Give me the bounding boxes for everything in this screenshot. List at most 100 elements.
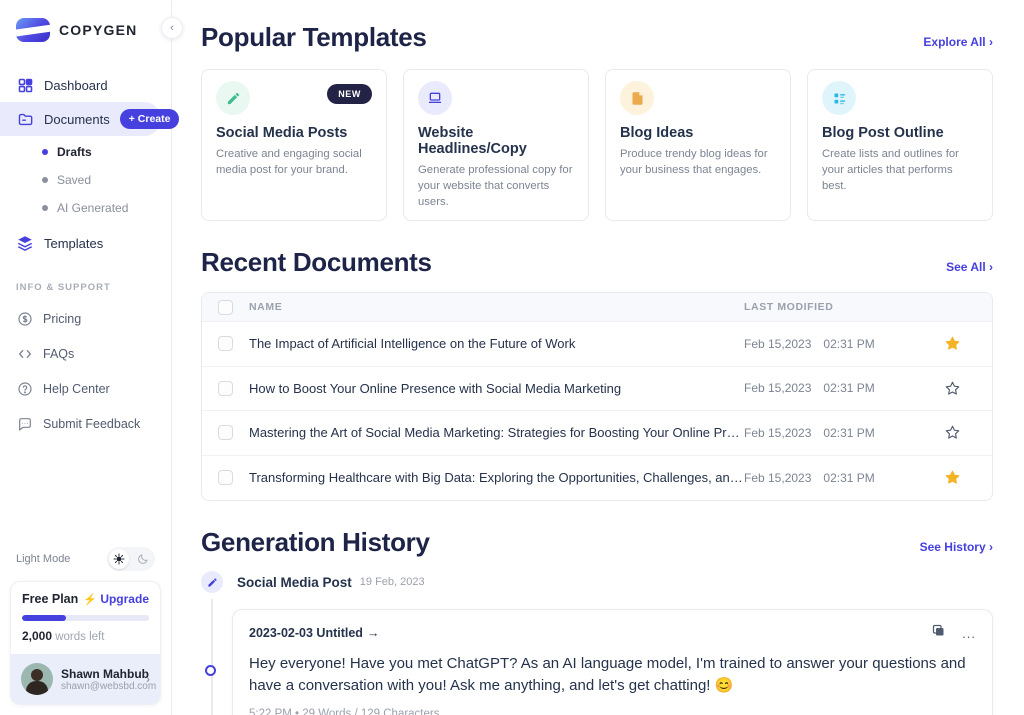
bullet-dot-icon [42, 149, 48, 155]
see-history-link[interactable]: See History › [920, 540, 993, 554]
user-name: Shawn Mahbub [61, 667, 138, 681]
template-card-blog-post-outline[interactable]: Blog Post Outline Create lists and outli… [807, 69, 993, 221]
subitem-label: Saved [57, 173, 91, 187]
document-name[interactable]: Mastering the Art of Social Media Market… [249, 425, 744, 440]
star-icon[interactable] [944, 424, 961, 441]
chevron-right-icon: › [989, 260, 993, 274]
lightning-icon: ⚡ [83, 594, 97, 606]
sidebar-item-pricing[interactable]: Pricing [0, 301, 171, 336]
file-icon [620, 81, 654, 115]
row-checkbox[interactable] [218, 381, 233, 396]
document-name[interactable]: Transforming Healthcare with Big Data: E… [249, 470, 744, 485]
document-name[interactable]: The Impact of Artificial Intelligence on… [249, 336, 744, 351]
copy-icon[interactable] [931, 623, 946, 643]
generation-card[interactable]: 2023-02-03 Untitled→ ... Hey everyone! H… [232, 609, 993, 715]
timeline-dot [205, 665, 216, 676]
subitem-label: AI Generated [57, 201, 128, 215]
star-icon[interactable] [944, 469, 961, 486]
table-header-row: NAME LAST MODIFIED [202, 293, 992, 322]
subitem-label: Drafts [57, 145, 92, 159]
template-card-social-media-posts[interactable]: NEW Social Media Posts Creative and enga… [201, 69, 387, 221]
table-row[interactable]: How to Boost Your Online Presence with S… [202, 367, 992, 412]
theme-row: Light Mode [10, 547, 161, 581]
chevron-right-icon: › [989, 540, 993, 554]
see-all-link[interactable]: See All › [946, 260, 993, 274]
generation-type: Social Media Post [237, 575, 352, 590]
sidebar-subitem-drafts[interactable]: Drafts [0, 138, 171, 166]
popular-templates-header: Popular Templates Explore All › [201, 22, 993, 53]
bullet-dot-icon [42, 177, 48, 183]
row-checkbox[interactable] [218, 470, 233, 485]
upgrade-link[interactable]: ⚡ Upgrade [83, 592, 149, 606]
dashboard-grid-icon [16, 76, 34, 94]
template-title: Website Headlines/Copy [418, 125, 574, 157]
laptop-icon [418, 81, 452, 115]
section-title: Recent Documents [201, 247, 432, 278]
pen-icon [201, 571, 223, 593]
sidebar-item-dashboard[interactable]: Dashboard [0, 68, 171, 102]
theme-mode-label: Light Mode [16, 553, 70, 565]
folder-icon [16, 110, 34, 128]
row-checkbox[interactable] [218, 336, 233, 351]
support-item-label: FAQs [43, 347, 74, 361]
template-title: Blog Post Outline [822, 125, 978, 141]
column-header-last-modified: LAST MODIFIED [744, 301, 926, 313]
code-brackets-icon [16, 345, 33, 362]
new-badge: NEW [327, 84, 372, 104]
document-last-modified: Feb 15,202302:31 PM [744, 426, 926, 440]
table-row[interactable]: Transforming Healthcare with Big Data: E… [202, 456, 992, 501]
explore-all-link[interactable]: Explore All › [923, 35, 993, 49]
user-card[interactable]: Shawn Mahbub shawn@websbd.com › [11, 654, 160, 704]
avatar [21, 663, 53, 695]
document-last-modified: Feb 15,202302:31 PM [744, 471, 926, 485]
generation-content: Hey everyone! Have you met ChatGPT? As a… [249, 653, 976, 697]
document-last-modified: Feb 15,202302:31 PM [744, 381, 926, 395]
sidebar-subitem-saved[interactable]: Saved [0, 166, 171, 194]
sidebar-item-faqs[interactable]: FAQs [0, 336, 171, 371]
create-button[interactable]: + Create [120, 109, 180, 129]
document-name[interactable]: How to Boost Your Online Presence with S… [249, 381, 744, 396]
generation-date: 19 Feb, 2023 [360, 576, 425, 588]
page-title: Popular Templates [201, 22, 427, 53]
more-options-icon[interactable]: ... [962, 626, 976, 641]
template-description: Create lists and outlines for your artic… [822, 146, 978, 194]
plan-info: Free Plan ⚡ Upgrade 2,000 words left [11, 582, 160, 654]
table-row[interactable]: Mastering the Art of Social Media Market… [202, 411, 992, 456]
template-description: Generate professional copy for your webs… [418, 162, 574, 210]
support-item-label: Submit Feedback [43, 417, 140, 431]
star-icon[interactable] [944, 380, 961, 397]
select-all-checkbox[interactable] [218, 300, 233, 315]
template-title: Social Media Posts [216, 125, 372, 141]
outline-list-icon [822, 81, 856, 115]
theme-toggle[interactable] [107, 547, 155, 571]
support-item-label: Pricing [43, 312, 81, 326]
sidebar-item-templates[interactable]: Templates [0, 226, 171, 260]
support-item-label: Help Center [43, 382, 110, 396]
template-description: Creative and engaging social media post … [216, 146, 372, 178]
sidebar-item-help-center[interactable]: Help Center [0, 371, 171, 406]
generation-history-header: Generation History See History › [201, 527, 993, 558]
dark-mode-moon-icon[interactable] [133, 549, 153, 569]
words-left: 2,000 words left [22, 629, 149, 643]
sidebar-subitem-ai-generated[interactable]: AI Generated [0, 194, 171, 222]
logo: COPYGEN [0, 18, 171, 42]
row-checkbox[interactable] [218, 425, 233, 440]
template-card-blog-ideas[interactable]: Blog Ideas Produce trendy blog ideas for… [605, 69, 791, 221]
light-mode-sun-icon[interactable] [109, 549, 129, 569]
sidebar-item-documents[interactable]: Documents + Create [0, 102, 161, 136]
document-last-modified: Feb 15,202302:31 PM [744, 337, 926, 351]
column-header-name: NAME [249, 301, 744, 313]
template-card-website-headlines[interactable]: Website Headlines/Copy Generate professi… [403, 69, 589, 221]
star-icon[interactable] [944, 335, 961, 352]
sidebar-item-submit-feedback[interactable]: Submit Feedback [0, 406, 171, 441]
table-row[interactable]: The Impact of Artificial Intelligence on… [202, 322, 992, 367]
generation-card-title[interactable]: 2023-02-03 Untitled→ [249, 626, 379, 640]
section-title: Generation History [201, 527, 430, 558]
timeline-line [211, 599, 213, 715]
template-title: Blog Ideas [620, 125, 776, 141]
plan-card: Free Plan ⚡ Upgrade 2,000 words left Sha… [10, 581, 161, 705]
generation-entry: Social Media Post 19 Feb, 2023 2023-02-0… [201, 571, 993, 715]
app-name: COPYGEN [59, 22, 137, 38]
sidebar-collapse-button[interactable]: ‹ [161, 17, 183, 39]
template-description: Produce trendy blog ideas for your busin… [620, 146, 776, 178]
